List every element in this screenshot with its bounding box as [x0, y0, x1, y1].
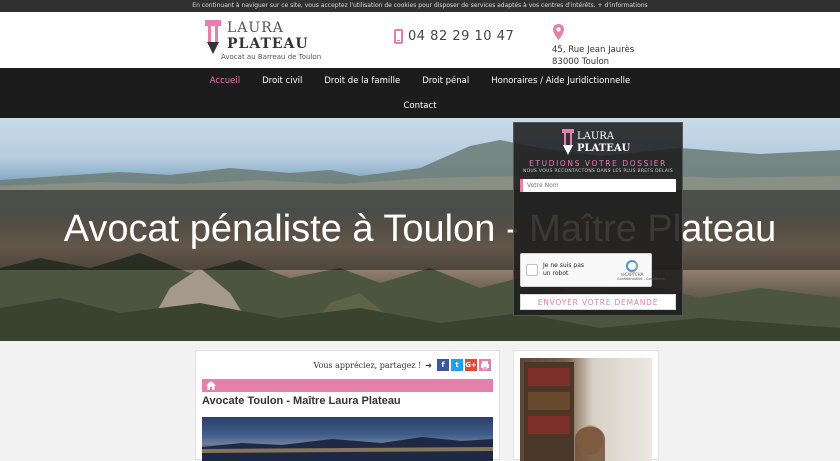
- logo-name-last: PLATEAU: [227, 36, 309, 52]
- hero-title: Avocat pénaliste à Toulon - Maître Plate…: [63, 208, 777, 250]
- hero-banner: Avocat pénaliste à Toulon - Maître Plate…: [0, 118, 840, 341]
- cookie-more-link[interactable]: + d'informations: [598, 2, 648, 9]
- arrow-right-icon: ➔: [425, 360, 432, 370]
- form-logo: LAURA PLATEAU: [561, 129, 651, 159]
- recaptcha-icon: [626, 260, 638, 272]
- site-logo[interactable]: LAURA PLATEAU Avocat au Barreau de Toulo…: [203, 18, 343, 62]
- page-title: Avocate Toulon - Maître Laura Plateau: [202, 395, 401, 407]
- site-header: LAURA PLATEAU Avocat au Barreau de Toulo…: [0, 12, 840, 68]
- nav-item-droit-civil[interactable]: Droit civil: [251, 74, 313, 88]
- lawyer-photo: [520, 358, 652, 461]
- form-title: ETUDIONS VOTRE DOSSIER: [529, 159, 667, 168]
- breadcrumb: [202, 379, 493, 392]
- google-plus-share-button[interactable]: G+: [465, 359, 477, 371]
- twitter-share-button[interactable]: t: [451, 359, 463, 371]
- nav-item-accueil[interactable]: Accueil: [199, 74, 251, 88]
- nav-item-contact[interactable]: Contact: [392, 99, 447, 113]
- nav-row-secondary: Contact: [0, 99, 840, 113]
- logo-subtitle: Avocat au Barreau de Toulon: [221, 53, 322, 61]
- harbor-night-image: [202, 437, 493, 461]
- share-bar: Vous appréciez, partagez ! ➔ f t G+: [313, 359, 491, 371]
- nav-row-primary: Accueil Droit civil Droit de la famille …: [0, 74, 840, 88]
- nav-item-honoraires[interactable]: Honoraires / Aide Juridictionnelle: [480, 74, 641, 88]
- office-portrait-image: [524, 362, 605, 461]
- submit-button[interactable]: ENVOYER VOTRE DEMANDE: [520, 294, 676, 310]
- recaptcha-links[interactable]: Confidentialité - Conditions: [617, 277, 665, 281]
- main-content: Vous appréciez, partagez ! ➔ f t G+ Avoc…: [195, 350, 500, 461]
- cookie-bar: En continuant à naviguer sur ce site, vo…: [0, 0, 840, 12]
- share-label: Vous appréciez, partagez !: [313, 360, 422, 370]
- print-button[interactable]: [479, 359, 491, 371]
- form-logo-last: PLATEAU: [577, 143, 631, 154]
- facebook-share-button[interactable]: f: [437, 359, 449, 371]
- phone-icon: [394, 28, 403, 44]
- recaptcha-brand: reCAPTCHA Confidentialité - Conditions: [617, 260, 665, 281]
- logo-pen-icon: [205, 20, 221, 54]
- name-input[interactable]: Votre Nom: [520, 179, 676, 192]
- map-pin-icon: [553, 24, 564, 40]
- recaptcha-checkbox[interactable]: [526, 264, 538, 276]
- home-icon[interactable]: [206, 381, 216, 390]
- recaptcha-widget[interactable]: Je ne suis pas un robot reCAPTCHA Confid…: [520, 253, 665, 287]
- address-street: 45, Rue Jean Jaurès: [552, 45, 635, 55]
- recaptcha-label: Je ne suis pas un robot: [543, 262, 585, 277]
- phone-number[interactable]: 04 82 29 10 47: [408, 29, 514, 44]
- nav-item-droit-famille[interactable]: Droit de la famille: [313, 74, 411, 88]
- nav-item-droit-penal[interactable]: Droit pénal: [411, 74, 480, 88]
- print-icon: [481, 361, 489, 370]
- contact-form: LAURA PLATEAU ETUDIONS VOTRE DOSSIER NOU…: [513, 122, 683, 316]
- form-logo-first: LAURA: [577, 131, 615, 142]
- article-image: [202, 417, 493, 461]
- address-city: 83000 Toulon: [552, 57, 610, 67]
- cookie-text: En continuant à naviguer sur ce site, vo…: [192, 2, 596, 9]
- phone-contact[interactable]: 04 82 29 10 47: [394, 26, 514, 46]
- logo-name-first: LAURA: [227, 20, 284, 36]
- address-block: 45, Rue Jean Jaurès 83000 Toulon: [552, 24, 662, 68]
- form-subtitle: NOUS VOUS RECONTACTONS DANS LES PLUS BRE…: [522, 169, 674, 174]
- form-logo-pen-icon: [562, 129, 574, 155]
- sidebar: [513, 350, 659, 461]
- main-nav: Accueil Droit civil Droit de la famille …: [0, 68, 840, 118]
